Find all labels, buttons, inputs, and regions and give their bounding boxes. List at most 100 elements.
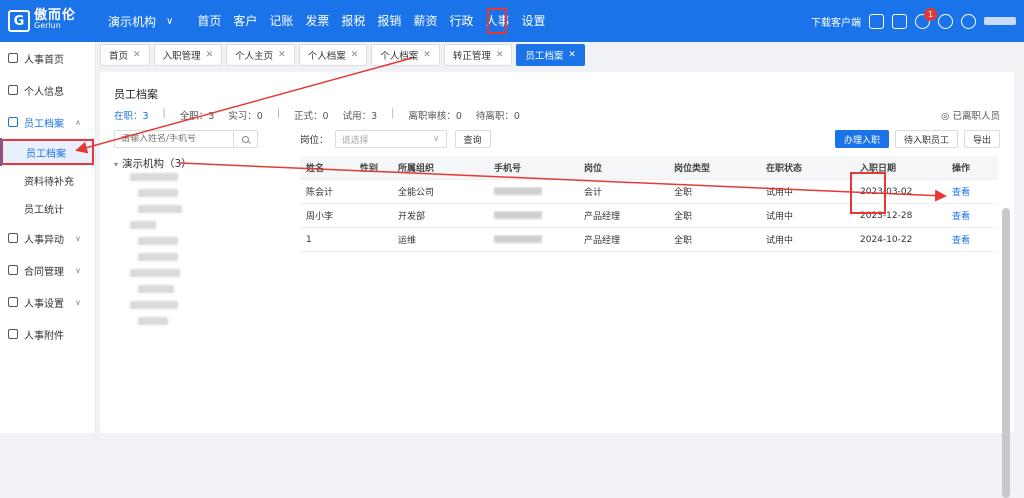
scan-icon[interactable] <box>869 13 884 29</box>
stat-regular[interactable]: 正式：0 <box>294 108 329 122</box>
post-label: 岗位： <box>300 135 329 146</box>
view-link[interactable]: 查看 <box>946 185 998 198</box>
tree-node-blurred[interactable] <box>130 301 178 309</box>
employee-table: 姓名 性别 所属组织 手机号 岗位 岗位类型 在职状态 入职日期 操作 陈会计 … <box>300 156 998 252</box>
search-button[interactable] <box>233 131 257 147</box>
tree-node-blurred[interactable] <box>138 189 178 197</box>
stats-bar: 在职：3 | 全职：3 实习：0 | 正式：0 试用：3 | 离职审核：0 待离… <box>114 108 520 122</box>
tab-onboarding[interactable]: 入职管理 ✕ <box>153 44 223 66</box>
sidebar-item-hr-attachments[interactable]: 人事附件 <box>0 318 95 350</box>
nav-settings[interactable]: 设置 <box>515 0 551 42</box>
close-icon[interactable]: ✕ <box>278 50 286 60</box>
query-button[interactable]: 查询 <box>454 130 491 148</box>
archive-icon <box>8 117 18 127</box>
close-icon[interactable]: ✕ <box>351 50 359 60</box>
org-tree-root[interactable]: ▾ 演示机构（3） <box>114 156 192 171</box>
close-icon[interactable]: ✕ <box>423 50 431 60</box>
tab-employee-archive[interactable]: 员工档案 ✕ <box>516 44 585 66</box>
tab-personal-archive-1[interactable]: 个人档案 ✕ <box>298 44 368 66</box>
phone-blurred <box>488 211 578 221</box>
tree-node-blurred[interactable] <box>138 317 168 325</box>
nav-home[interactable]: 首页 <box>191 0 227 42</box>
nav-admin[interactable]: 行政 <box>443 0 479 42</box>
download-client-link[interactable]: 下载客户端 <box>811 14 861 29</box>
nav-bookkeeping[interactable]: 记账 <box>263 0 299 42</box>
user-icon[interactable] <box>961 13 976 29</box>
search-input[interactable] <box>115 134 233 144</box>
tab-bar: 首页 ✕ 入职管理 ✕ 个人主页 ✕ 个人档案 ✕ 个人档案 ✕ 转正管理 ✕ 员工档案 ✕ <box>100 44 585 66</box>
close-icon[interactable]: ✕ <box>496 50 504 60</box>
calendar-icon[interactable] <box>892 13 907 29</box>
tree-node-blurred[interactable] <box>138 253 178 261</box>
logo-text-cn: 傲而伦 <box>34 8 77 23</box>
stat-probation[interactable]: 试用：3 <box>343 108 378 122</box>
table-row: 陈会计 全能公司 会计 全职 试用中 2023-03-02 查看 <box>300 180 998 204</box>
nav-customer[interactable]: 客户 <box>227 0 263 42</box>
table-row: 周小李 开发部 产品经理 全职 试用中 2023-12-28 查看 <box>300 204 998 228</box>
sidebar-item-hr-transfer[interactable]: 人事异动 ∨ <box>0 222 95 254</box>
search-box <box>114 130 258 148</box>
nav-hr[interactable]: 人事 <box>479 0 515 42</box>
nav-expense[interactable]: 报销 <box>371 0 407 42</box>
home-icon <box>8 53 18 63</box>
org-switcher[interactable]: 演示机构 ∨ <box>108 13 173 30</box>
stat-intern[interactable]: 实习：0 <box>228 108 263 122</box>
sidebar-sub-employee-stats[interactable]: 员工统计 <box>0 194 95 222</box>
close-icon[interactable]: ✕ <box>206 50 214 60</box>
tree-node-blurred[interactable] <box>130 221 156 229</box>
tree-node-blurred[interactable] <box>138 285 174 293</box>
stat-active[interactable]: 在职：3 <box>114 108 149 122</box>
chevron-down-icon: ∨ <box>75 233 81 243</box>
tree-node-blurred[interactable] <box>130 269 180 277</box>
sidebar-item-hr-home[interactable]: 人事首页 <box>0 42 95 74</box>
close-icon[interactable]: ✕ <box>568 50 576 60</box>
stat-fulltime[interactable]: 全职：3 <box>180 108 215 122</box>
stat-resign-review[interactable]: 离职审核：0 <box>408 108 462 122</box>
bell-icon[interactable]: 1 <box>915 7 937 29</box>
nav-salary[interactable]: 薪资 <box>407 0 443 42</box>
pending-employees-button[interactable]: 待入职员工 <box>894 130 958 148</box>
sidebar-sub-employee-archive[interactable]: 员工档案 <box>0 138 95 166</box>
tree-node-blurred[interactable] <box>138 237 178 245</box>
table-header: 姓名 性别 所属组织 手机号 岗位 岗位类型 在职状态 入职日期 操作 <box>300 156 998 180</box>
sidebar-sub-pending-info[interactable]: 资料待补充 <box>0 166 95 194</box>
tree-node-blurred[interactable] <box>130 173 178 181</box>
onboard-button[interactable]: 办理入职 <box>834 130 889 148</box>
phone-blurred <box>488 235 578 245</box>
chevron-down-icon: ∨ <box>75 297 81 307</box>
chevron-down-icon: ∨ <box>75 265 81 275</box>
person-icon <box>8 85 18 95</box>
gear-icon <box>8 297 18 307</box>
resigned-staff-link[interactable]: ◎ 已离职人员 <box>941 108 1000 122</box>
logo: G 傲而伦 Gerlun <box>8 8 108 32</box>
sidebar-item-personal-info[interactable]: 个人信息 <box>0 74 95 106</box>
view-link[interactable]: 查看 <box>946 209 998 222</box>
close-icon[interactable]: ✕ <box>133 50 141 60</box>
post-select[interactable]: 请选择 ∨ <box>334 130 447 148</box>
nav-tax[interactable]: 报税 <box>335 0 371 42</box>
scrollbar[interactable] <box>1002 208 1010 498</box>
user-name-blurred[interactable] <box>984 17 1016 25</box>
tab-home[interactable]: 首页 ✕ <box>100 44 150 66</box>
sidebar-item-employee-archive[interactable]: 员工档案 ∧ <box>0 106 95 138</box>
tab-personal-home[interactable]: 个人主页 ✕ <box>226 44 295 66</box>
stat-to-resign[interactable]: 待离职：0 <box>476 108 520 122</box>
phone-blurred <box>488 187 578 197</box>
view-link[interactable]: 查看 <box>946 233 998 246</box>
notification-badge: 1 <box>924 7 937 21</box>
export-button[interactable]: 导出 <box>963 130 1000 148</box>
tree-node-blurred[interactable] <box>138 205 182 213</box>
top-nav: 首页 客户 记账 发票 报税 报销 薪资 行政 人事 设置 <box>191 0 551 42</box>
logo-icon: G <box>8 10 30 32</box>
headset-icon[interactable] <box>938 13 953 29</box>
nav-invoice[interactable]: 发票 <box>299 0 335 42</box>
post-filter: 岗位： 请选择 ∨ 查询 <box>300 130 491 148</box>
sidebar-item-hr-settings[interactable]: 人事设置 ∨ <box>0 286 95 318</box>
tab-personal-archive-2[interactable]: 个人档案 ✕ <box>371 44 440 66</box>
main-card: 员工档案 在职：3 | 全职：3 实习：0 | 正式：0 试用：3 | 离职审核… <box>100 72 1014 498</box>
contract-icon <box>8 265 18 275</box>
search-icon <box>242 135 249 143</box>
caret-down-icon: ▾ <box>114 160 119 169</box>
tab-probation[interactable]: 转正管理 ✕ <box>443 44 513 66</box>
sidebar-item-contract[interactable]: 合同管理 ∨ <box>0 254 95 286</box>
